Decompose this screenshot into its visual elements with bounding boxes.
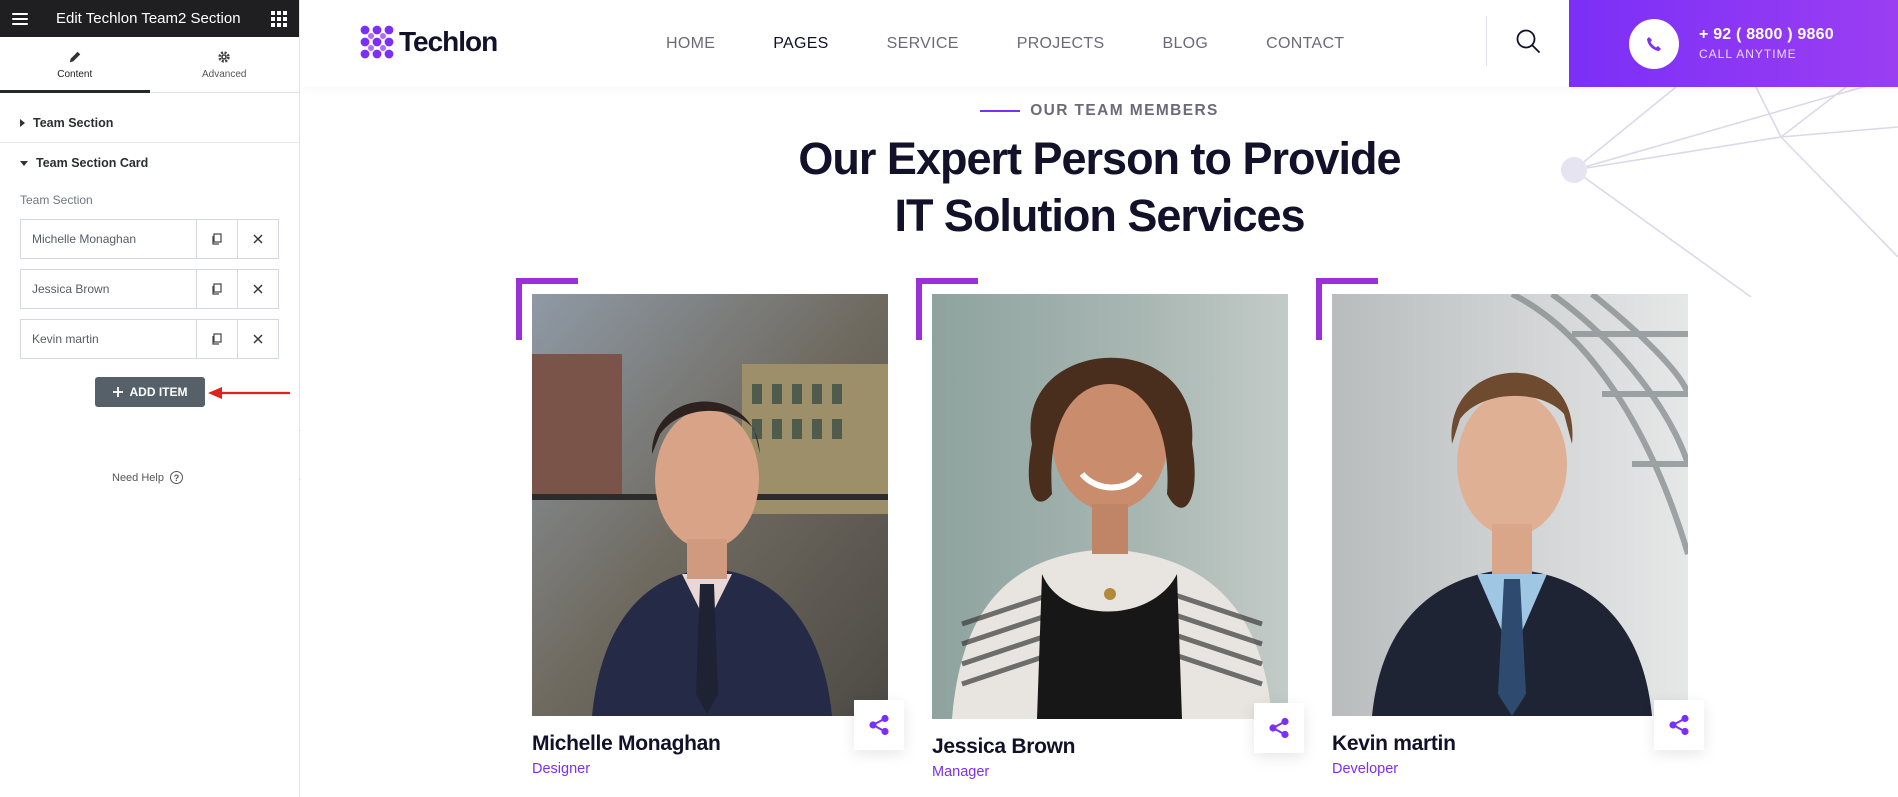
team-member-role: Designer	[532, 761, 591, 777]
phone-icon	[1647, 36, 1661, 51]
call-anytime-label: CALL ANYTIME	[1699, 47, 1797, 61]
nav-blog[interactable]: BLOG	[1162, 35, 1208, 53]
pencil-icon	[69, 51, 80, 62]
eyebrow-text: OUR TEAM MEMBERS	[1030, 102, 1219, 119]
team-card: Michelle Monaghan Designer	[516, 278, 904, 777]
copy-icon	[212, 233, 222, 245]
close-icon	[253, 334, 263, 344]
main-navigation: HOME PAGES SERVICE PROJECTS BLOG CONTACT	[666, 0, 1402, 87]
phone-button[interactable]	[1629, 18, 1679, 69]
repeater-item-title[interactable]: Michelle Monaghan	[21, 220, 196, 258]
team-member-role: Developer	[1332, 761, 1399, 777]
question-icon: ?	[169, 471, 183, 484]
phone-number[interactable]: + 92 ( 8800 ) 9860	[1699, 26, 1834, 44]
editor-tabs: Content Advanced	[0, 37, 299, 93]
editor-title: Edit Techlon Team2 Section	[56, 10, 241, 27]
caret-down-icon	[20, 160, 28, 166]
section-team-section-card[interactable]: Team Section Card	[0, 143, 299, 183]
logo-dots-icon	[360, 25, 394, 59]
section-team-section[interactable]: Team Section	[0, 103, 299, 143]
hamburger-menu-icon[interactable]	[12, 8, 34, 30]
remove-button[interactable]	[237, 320, 278, 358]
tab-advanced-label: Advanced	[202, 68, 247, 80]
share-button[interactable]	[1254, 703, 1304, 753]
nav-home[interactable]: HOME	[666, 35, 715, 53]
logo-text: Techlon	[399, 26, 498, 57]
nav-divider	[1486, 16, 1487, 66]
man-portrait-image	[1332, 294, 1688, 716]
team-member-name[interactable]: Jessica Brown	[932, 735, 1304, 759]
copy-icon	[212, 283, 222, 295]
team-card: Kevin martin Developer	[1316, 278, 1704, 777]
need-help-label: Need Help	[112, 471, 164, 484]
close-icon	[253, 234, 263, 244]
call-box: + 92 ( 8800 ) 9860 CALL ANYTIME	[1569, 0, 1898, 87]
section-heading: Our Expert Person to Provide IT Solution…	[301, 130, 1898, 244]
eyebrow-line	[980, 110, 1021, 112]
tab-advanced[interactable]: Advanced	[150, 37, 300, 92]
copy-icon	[212, 333, 222, 345]
tab-content[interactable]: Content	[0, 37, 150, 93]
team-member-name[interactable]: Kevin martin	[1332, 732, 1704, 756]
editor-header: Edit Techlon Team2 Section	[0, 0, 299, 37]
share-button[interactable]	[854, 700, 904, 750]
editor-panel: Edit Techlon Team2 Section Content Advan…	[0, 0, 300, 797]
share-icon	[869, 714, 889, 736]
team-member-photo	[932, 294, 1288, 719]
duplicate-button[interactable]	[196, 270, 237, 308]
red-arrow-icon	[208, 387, 290, 399]
repeater-item-title[interactable]: Kevin martin	[21, 320, 196, 358]
tab-content-label: Content	[57, 68, 93, 80]
nav-contact[interactable]: CONTACT	[1266, 35, 1344, 53]
woman-portrait-image	[932, 294, 1288, 719]
duplicate-button[interactable]	[196, 220, 237, 258]
plus-icon	[112, 387, 123, 397]
nav-pages[interactable]: PAGES	[773, 35, 828, 53]
close-icon	[253, 284, 263, 294]
heading-line-2: IT Solution Services	[894, 190, 1305, 241]
repeater-item: Kevin martin	[20, 319, 279, 359]
team-card: Jessica Brown Manager	[916, 278, 1304, 780]
remove-button[interactable]	[237, 220, 278, 258]
team-member-photo	[1332, 294, 1688, 716]
site-header: Techlon HOME PAGES SERVICE PROJECTS BLOG…	[301, 0, 1898, 87]
site-preview: Techlon HOME PAGES SERVICE PROJECTS BLOG…	[301, 0, 1898, 797]
search-icon[interactable]	[1515, 28, 1541, 54]
nav-projects[interactable]: PROJECTS	[1017, 35, 1105, 53]
section-label: Team Section Card	[36, 156, 149, 170]
gear-icon	[218, 50, 230, 63]
call-info: + 92 ( 8800 ) 9860 CALL ANYTIME	[1699, 26, 1834, 61]
section-eyebrow: OUR TEAM MEMBERS	[301, 102, 1898, 120]
share-button[interactable]	[1654, 700, 1704, 750]
need-help-link[interactable]: Need Help ?	[112, 471, 183, 484]
share-icon	[1669, 714, 1689, 736]
caret-right-icon	[20, 118, 25, 127]
team-member-photo	[532, 294, 888, 716]
remove-button[interactable]	[237, 270, 278, 308]
repeater-label: Team Section	[20, 193, 93, 207]
team-member-name[interactable]: Michelle Monaghan	[532, 732, 904, 756]
heading-line-1: Our Expert Person to Provide	[798, 133, 1401, 184]
nav-service[interactable]: SERVICE	[887, 35, 959, 53]
team-member-role: Manager	[932, 764, 990, 780]
repeater-item-title[interactable]: Jessica Brown	[21, 270, 196, 308]
site-logo[interactable]: Techlon	[359, 24, 498, 60]
section-label: Team Section	[33, 115, 114, 130]
repeater-item: Michelle Monaghan	[20, 219, 279, 259]
team-repeater: Michelle Monaghan Jessica Brown Kevin ma…	[0, 219, 299, 359]
widgets-grid-icon[interactable]	[271, 10, 287, 27]
duplicate-button[interactable]	[196, 320, 237, 358]
repeater-item: Jessica Brown	[20, 269, 279, 309]
man-portrait-image	[532, 294, 888, 716]
add-item-label: ADD ITEM	[129, 385, 188, 399]
add-item-button[interactable]: ADD ITEM	[95, 377, 205, 407]
share-icon	[1269, 717, 1289, 739]
